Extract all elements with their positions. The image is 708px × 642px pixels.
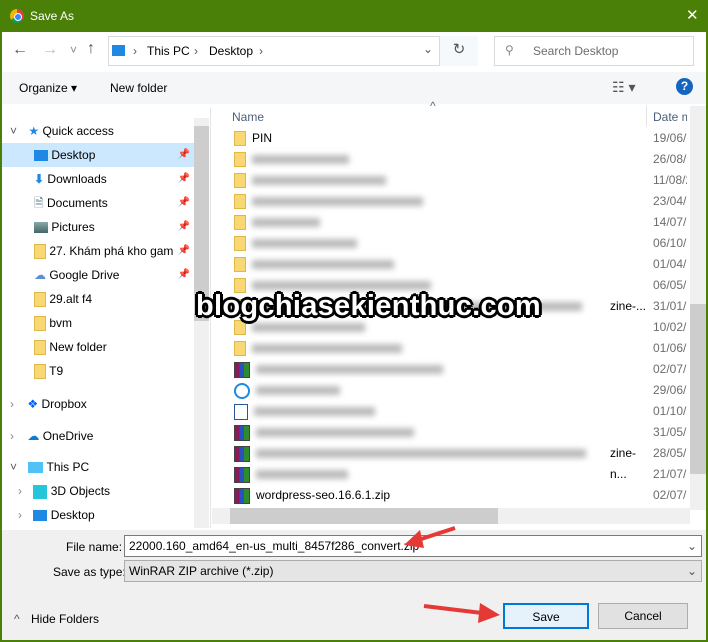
annotation-arrows (404, 526, 500, 623)
arrow-to-filename (404, 526, 456, 548)
arrow-to-save (423, 603, 500, 623)
